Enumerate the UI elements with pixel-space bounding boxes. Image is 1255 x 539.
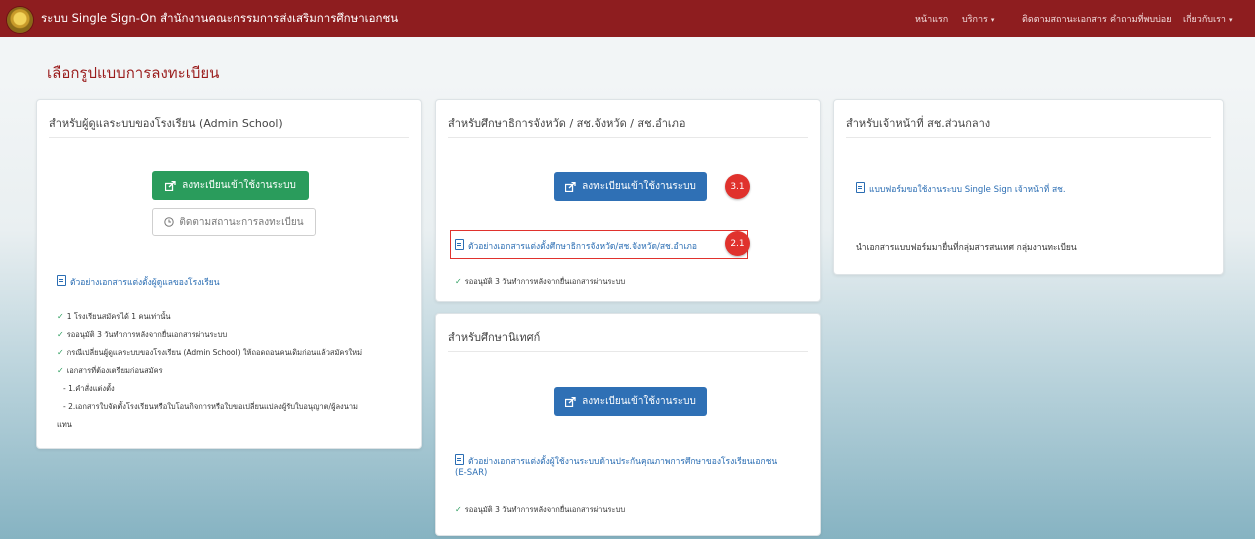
- note-item: ✓ เอกสารที่ต้องเตรียมก่อนสมัคร: [57, 366, 163, 375]
- supervisor-doc-link[interactable]: ตัวอย่างเอกสารแต่งตั้งผู้ใช้งานระบบด้านป…: [455, 454, 777, 468]
- navbar-brand[interactable]: ระบบ Single Sign-On สำนักงานคณะกรรมการส่…: [41, 10, 398, 28]
- divider: [846, 137, 1211, 138]
- province-panel: สำหรับศึกษาธิการจังหวัด / สช.จังหวัด / ส…: [435, 99, 821, 302]
- check-icon: ✓: [57, 348, 64, 357]
- note-item: ✓ รออนุมัติ 3 วันทำการหลังจากยื่นเอกสารผ่…: [57, 330, 228, 339]
- supervisor-doc-link-cont[interactable]: (E-SAR): [455, 468, 487, 478]
- step-badge: 2.1: [725, 231, 750, 256]
- document-icon: [856, 182, 865, 193]
- page-title: เลือกรูปแบบการลงทะเบียน: [47, 64, 220, 82]
- divider: [448, 137, 808, 138]
- note-item: ✓ รออนุมัติ 3 วันทำการหลังจากยื่นเอกสารผ่…: [455, 505, 626, 514]
- note-item: ✓ กรณีเปลี่ยนผู้ดูแลระบบของโรงเรียน (Admi…: [57, 348, 363, 357]
- nav-track-documents[interactable]: ติดตามสถานะเอกสาร: [1022, 12, 1107, 26]
- admin-register-button[interactable]: ลงทะเบียนเข้าใช้งานระบบ: [152, 171, 309, 200]
- agency-logo-icon[interactable]: [7, 7, 33, 33]
- sub-note-item: - 1.คำสั่งแต่งตั้ง: [63, 384, 115, 393]
- province-doc-link[interactable]: ตัวอย่างเอกสารแต่งตั้งศึกษาธิการจังหวัด/…: [455, 239, 697, 253]
- panel-heading: สำหรับเจ้าหน้าที่ สช.ส่วนกลาง: [846, 117, 991, 130]
- supervisor-register-button[interactable]: ลงทะเบียนเข้าใช้งานระบบ: [554, 387, 707, 416]
- check-icon: ✓: [455, 505, 462, 514]
- clock-icon: [164, 217, 175, 227]
- check-icon: ✓: [57, 312, 64, 321]
- supervisor-panel: สำหรับศึกษานิเทศก์ ลงทะเบียนเข้าใช้งานระ…: [435, 313, 821, 536]
- note-item: ✓ รออนุมัติ 3 วันทำการหลังจากยื่นเอกสารผ่…: [455, 277, 626, 286]
- note-item: ✓ 1 โรงเรียนสมัครได้ 1 คนเท่านั้น: [57, 312, 171, 321]
- check-icon: ✓: [455, 277, 462, 286]
- admin-doc-link[interactable]: ตัวอย่างเอกสารแต่งตั้งผู้ดูแลของโรงเรียน: [57, 275, 220, 289]
- chevron-down-icon: ▾: [990, 16, 995, 24]
- nav-home[interactable]: หน้าแรก: [915, 12, 948, 26]
- external-link-icon: [565, 396, 576, 407]
- divider: [49, 137, 409, 138]
- province-register-button[interactable]: ลงทะเบียนเข้าใช้งานระบบ: [554, 172, 707, 201]
- step-badge: 3.1: [725, 174, 750, 199]
- panel-heading: สำหรับศึกษานิเทศก์: [448, 331, 541, 344]
- admin-school-panel: สำหรับผู้ดูแลระบบของโรงเรียน (Admin Scho…: [36, 99, 422, 449]
- central-form-link[interactable]: แบบฟอร์มขอใช้งานระบบ Single Sign เจ้าหน้…: [856, 182, 1066, 196]
- check-icon: ✓: [57, 330, 64, 339]
- external-link-icon: [565, 181, 576, 192]
- central-instruction: นำเอกสารแบบฟอร์มมายื่นที่กลุ่มสารสนเทศ ก…: [856, 243, 1077, 253]
- track-registration-button[interactable]: ติดตามสถานะการลงทะเบียน: [152, 208, 316, 236]
- nav-about[interactable]: เกี่ยวกับเรา ▾: [1183, 12, 1233, 26]
- panel-heading: สำหรับศึกษาธิการจังหวัด / สช.จังหวัด / ส…: [448, 117, 686, 130]
- panel-heading: สำหรับผู้ดูแลระบบของโรงเรียน (Admin Scho…: [49, 117, 283, 130]
- nav-faq[interactable]: คำถามที่พบบ่อย: [1110, 12, 1171, 26]
- document-icon: [455, 239, 464, 250]
- nav-services[interactable]: บริการ ▾: [962, 12, 994, 26]
- external-link-icon: [165, 180, 176, 191]
- check-icon: ✓: [57, 366, 64, 375]
- divider: [448, 351, 808, 352]
- document-icon: [455, 454, 464, 465]
- chevron-down-icon: ▾: [1228, 16, 1233, 24]
- document-icon: [57, 275, 66, 286]
- sub-note-item: - 2.เอกสารใบจัดตั้งโรงเรียนหรือใบโอนกิจก…: [63, 402, 358, 411]
- top-navbar: ระบบ Single Sign-On สำนักงานคณะกรรมการส่…: [0, 0, 1255, 37]
- central-staff-panel: สำหรับเจ้าหน้าที่ สช.ส่วนกลาง แบบฟอร์มขอ…: [833, 99, 1224, 275]
- sub-note-item: แทน: [57, 420, 72, 429]
